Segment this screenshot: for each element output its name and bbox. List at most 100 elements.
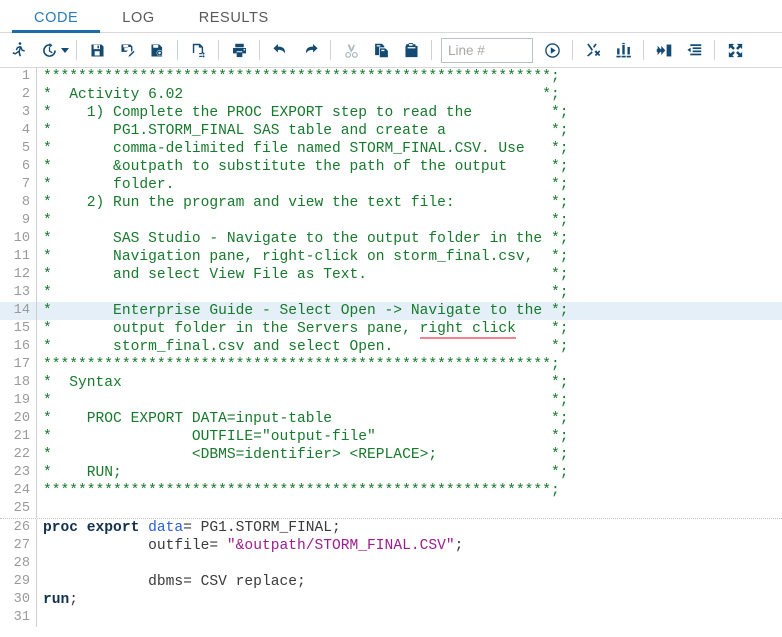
- code-line-text[interactable]: proc export data= PG1.STORM_FINAL;: [36, 519, 782, 537]
- code-line[interactable]: 17 **************************************…: [0, 356, 782, 374]
- code-line-text[interactable]: [36, 609, 782, 627]
- format-code-icon[interactable]: [679, 36, 709, 64]
- line-number: 16: [13, 339, 30, 354]
- chevron-down-icon[interactable]: [61, 47, 69, 53]
- code-line[interactable]: 29 dbms= CSV replace;: [0, 573, 782, 591]
- code-line-text[interactable]: ****************************************…: [36, 482, 782, 500]
- code-line-text[interactable]: * *;: [36, 392, 782, 410]
- code-token: * SAS Studio - Navigate to the output fo…: [43, 231, 569, 247]
- save-icon[interactable]: [82, 36, 112, 64]
- analyze-program-icon[interactable]: [608, 36, 638, 64]
- code-line[interactable]: 22 * <DBMS=identifier> <REPLACE>; *;: [0, 446, 782, 464]
- code-token: * <DBMS=identifier> <REPLACE>; *;: [43, 447, 569, 463]
- copy-icon[interactable]: [366, 36, 396, 64]
- code-editor[interactable]: 1 ***************************************…: [0, 68, 782, 637]
- redo-icon[interactable]: [295, 36, 325, 64]
- code-line-text[interactable]: * 2) Run the program and view the text f…: [36, 194, 782, 212]
- code-line-text[interactable]: * 1) Complete the PROC EXPORT step to re…: [36, 104, 782, 122]
- code-line-text[interactable]: [36, 500, 782, 518]
- code-line-text[interactable]: run;: [36, 591, 782, 609]
- code-line-text[interactable]: * RUN; *;: [36, 464, 782, 482]
- go-to-line-icon[interactable]: [537, 36, 567, 64]
- code-line[interactable]: 19 * *;: [0, 392, 782, 410]
- code-line-text[interactable]: dbms= CSV replace;: [36, 573, 782, 591]
- code-line[interactable]: 5 * comma-delimited file named STORM_FINA…: [0, 140, 782, 158]
- code-line-text[interactable]: * and select View File as Text. *;: [36, 266, 782, 284]
- line-number: 27: [13, 538, 30, 553]
- tab-code[interactable]: CODE: [12, 10, 101, 33]
- code-line[interactable]: 18 * Syntax *;: [0, 374, 782, 392]
- code-line[interactable]: 4 * PG1.STORM_FINAL SAS table and create …: [0, 122, 782, 140]
- code-token: * &outpath to substitute the path of the…: [43, 159, 569, 175]
- code-line-text[interactable]: * Activity 6.02 *;: [36, 86, 782, 104]
- add-to-program-icon[interactable]: [649, 36, 679, 64]
- code-line[interactable]: 13 * *;: [0, 284, 782, 302]
- code-line-text[interactable]: * &outpath to substitute the path of the…: [36, 158, 782, 176]
- cut-icon: [336, 36, 366, 64]
- code-line[interactable]: 12 * and select View File as Text. *;: [0, 266, 782, 284]
- line-number: 31: [13, 610, 30, 625]
- maximize-view-icon[interactable]: [720, 36, 750, 64]
- line-number: 5: [21, 141, 30, 156]
- code-token: outfile=: [43, 538, 227, 554]
- print-icon[interactable]: [224, 36, 254, 64]
- line-number: 6: [21, 159, 30, 174]
- code-line[interactable]: 24 **************************************…: [0, 482, 782, 500]
- line-number-input[interactable]: [441, 37, 533, 63]
- run-icon[interactable]: [4, 36, 34, 64]
- code-line[interactable]: 27 outfile= "&outpath/STORM_FINAL.CSV";: [0, 537, 782, 555]
- code-line-text[interactable]: ****************************************…: [36, 68, 782, 86]
- code-line[interactable]: 20 * PROC EXPORT DATA=input-table *;: [0, 410, 782, 428]
- code-line-text[interactable]: * *;: [36, 284, 782, 302]
- code-line[interactable]: 3 * 1) Complete the PROC EXPORT step to r…: [0, 104, 782, 122]
- save-to-my-folder-icon[interactable]: [142, 36, 172, 64]
- clear-all-icon[interactable]: [578, 36, 608, 64]
- code-line-text[interactable]: * Syntax *;: [36, 374, 782, 392]
- code-line-text[interactable]: * PROC EXPORT DATA=input-table *;: [36, 410, 782, 428]
- code-line-text[interactable]: [36, 555, 782, 573]
- code-line-text[interactable]: * SAS Studio - Navigate to the output fo…: [36, 230, 782, 248]
- code-line-text[interactable]: ****************************************…: [36, 356, 782, 374]
- code-token: * Syntax *;: [43, 375, 569, 391]
- code-line-text[interactable]: * PG1.STORM_FINAL SAS table and create a…: [36, 122, 782, 140]
- code-line[interactable]: 26 proc export data= PG1.STORM_FINAL;: [0, 518, 782, 537]
- code-line[interactable]: 7 * folder. *;: [0, 176, 782, 194]
- code-line-text[interactable]: * comma-delimited file named STORM_FINAL…: [36, 140, 782, 158]
- history-clock-icon[interactable]: [34, 36, 64, 64]
- code-line[interactable]: 1 ***************************************…: [0, 68, 782, 86]
- code-line[interactable]: 2 * Activity 6.02 *;: [0, 86, 782, 104]
- code-line-text[interactable]: * Navigation pane, right-click on storm_…: [36, 248, 782, 266]
- paste-icon[interactable]: [396, 36, 426, 64]
- code-line[interactable]: 14 * Enterprise Guide - Select Open -> Na…: [0, 302, 782, 320]
- code-line-text[interactable]: * OUTFILE="output-file" *;: [36, 428, 782, 446]
- line-number: 11: [13, 249, 30, 264]
- save-as-icon[interactable]: [112, 36, 142, 64]
- code-line[interactable]: 8 * 2) Run the program and view the text …: [0, 194, 782, 212]
- toolbar-separator: [330, 40, 331, 60]
- code-snippet-icon[interactable]: [183, 36, 213, 64]
- code-line[interactable]: 9 * *;: [0, 212, 782, 230]
- tab-log[interactable]: LOG: [100, 10, 176, 33]
- code-line[interactable]: 6 * &outpath to substitute the path of th…: [0, 158, 782, 176]
- code-line[interactable]: 28: [0, 555, 782, 573]
- code-line[interactable]: 11 * Navigation pane, right-click on stor…: [0, 248, 782, 266]
- line-number: 3: [21, 105, 30, 120]
- code-line-text[interactable]: * Enterprise Guide - Select Open -> Navi…: [36, 302, 782, 320]
- code-line[interactable]: 15 * output folder in the Servers pane, r…: [0, 320, 782, 339]
- code-line[interactable]: 25: [0, 500, 782, 518]
- code-line[interactable]: 10 * SAS Studio - Navigate to the output …: [0, 230, 782, 248]
- code-line-text[interactable]: * output folder in the Servers pane, rig…: [36, 320, 782, 339]
- code-line-text[interactable]: * *;: [36, 212, 782, 230]
- code-line[interactable]: 21 * OUTFILE="output-file" *;: [0, 428, 782, 446]
- code-line[interactable]: 23 * RUN; *;: [0, 464, 782, 482]
- code-line-text[interactable]: * <DBMS=identifier> <REPLACE>; *;: [36, 446, 782, 464]
- code-line-text[interactable]: outfile= "&outpath/STORM_FINAL.CSV";: [36, 537, 782, 555]
- code-line-text[interactable]: * folder. *;: [36, 176, 782, 194]
- code-line[interactable]: 16 * storm_final.csv and select Open. *;: [0, 338, 782, 356]
- code-line[interactable]: 31: [0, 609, 782, 627]
- tab-results[interactable]: RESULTS: [177, 10, 291, 33]
- code-line-text[interactable]: * storm_final.csv and select Open. *;: [36, 338, 782, 356]
- undo-icon[interactable]: [265, 36, 295, 64]
- code-line[interactable]: 30 run;: [0, 591, 782, 609]
- code-token: ****************************************…: [43, 69, 560, 85]
